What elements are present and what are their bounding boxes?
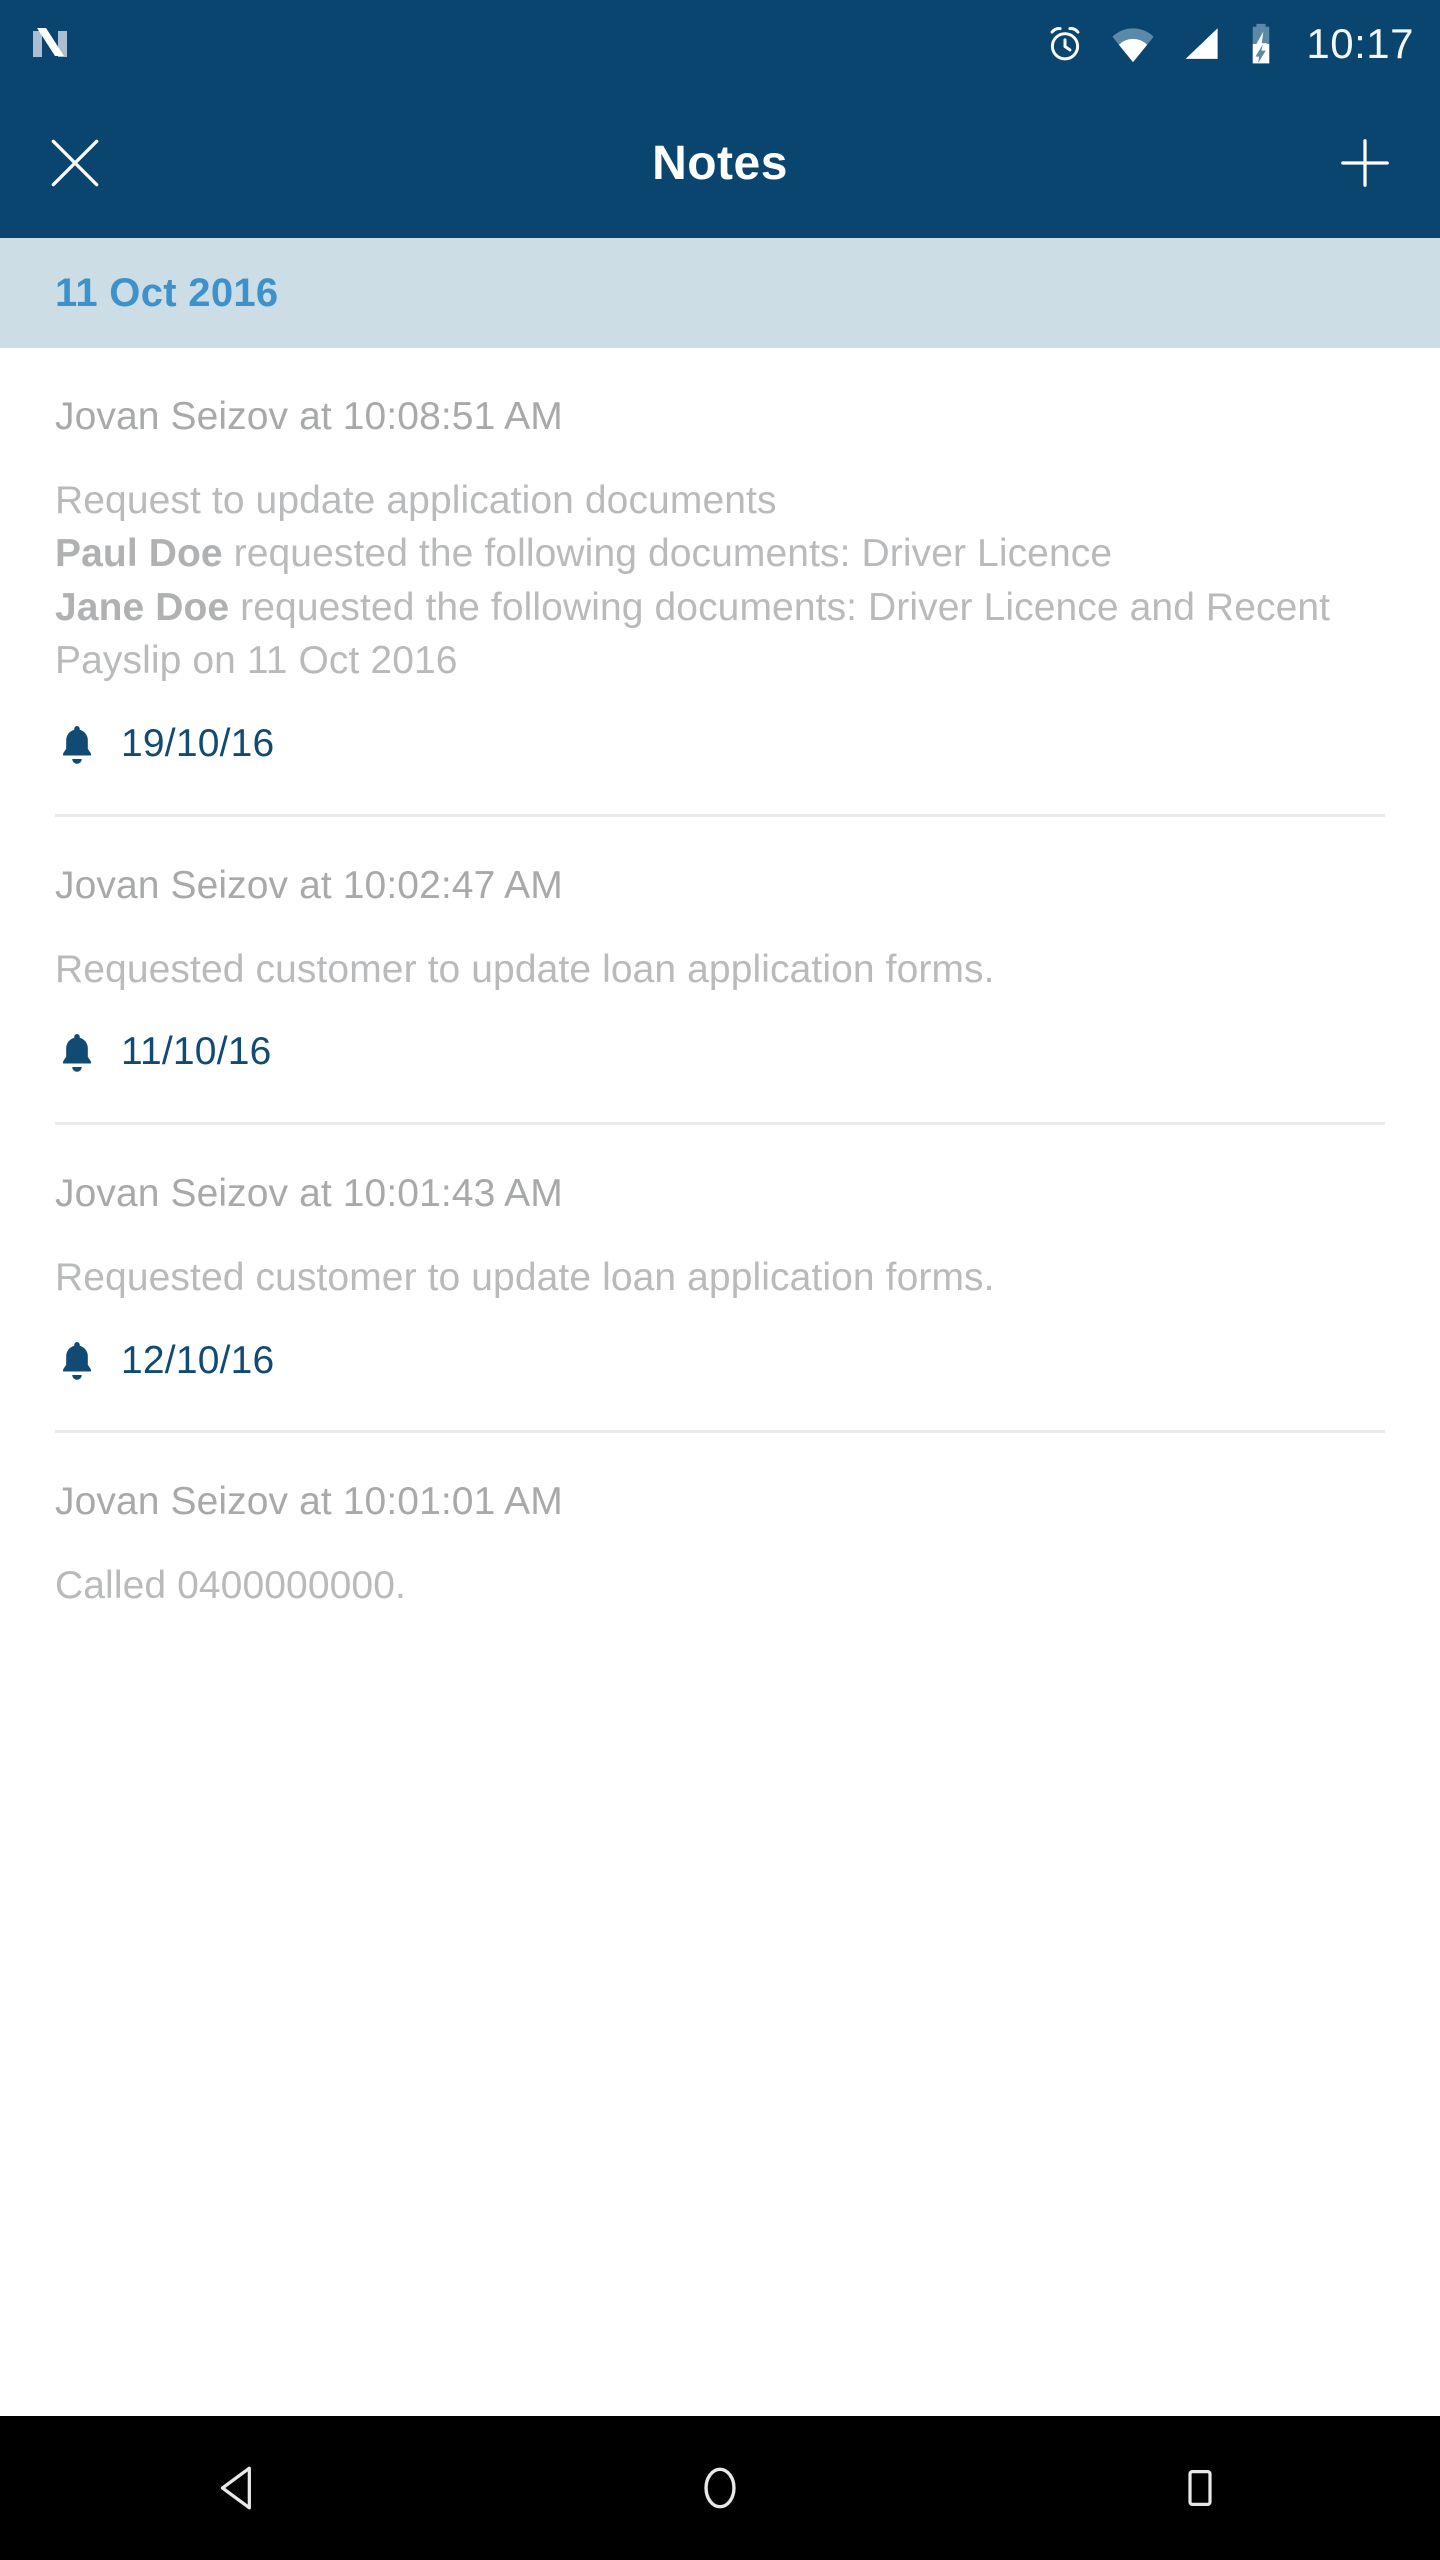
note-item[interactable]: Jovan Seizov at 10:01:01 AM Called 040000…: [0, 1433, 1440, 1612]
note-body-text: requested the following documents: Drive…: [222, 532, 1113, 576]
notes-list[interactable]: Jovan Seizov at 10:08:51 AM Request to up…: [0, 348, 1440, 2416]
alarm-icon: [1050, 27, 1080, 61]
nav-recents-button[interactable]: [1110, 2416, 1290, 2560]
note-body: Requested customer to update loan applic…: [55, 1251, 1385, 1304]
note-reminder[interactable]: 12/10/16: [55, 1338, 1385, 1386]
page-title: Notes: [652, 136, 788, 190]
status-bar: 10:17: [0, 0, 1440, 88]
note-author: Jovan Seizov at 10:01:43 AM: [55, 1171, 563, 1215]
note-author: Jovan Seizov at 10:08:51 AM: [55, 395, 563, 438]
nav-back-button[interactable]: [150, 2416, 330, 2560]
note-item[interactable]: Jovan Seizov at 10:02:47 AM Requested cus…: [0, 817, 1440, 1078]
note-body-text: requested the following documents: Drive…: [55, 585, 1331, 683]
note-body-line: Request to update application documents: [55, 474, 1385, 527]
date-section-label: 11 Oct 2016: [55, 270, 279, 315]
plus-icon: [1341, 139, 1389, 187]
note-body-line: Called 0400000000.: [55, 1559, 1385, 1612]
note-author: Jovan Seizov at 10:02:47 AM: [55, 863, 563, 907]
note-reminder[interactable]: 19/10/16: [55, 722, 1385, 770]
close-icon: [51, 139, 99, 187]
note-body-actor: Paul Doe: [55, 532, 223, 576]
bell-icon: [63, 1033, 91, 1072]
note-body-line: Jane Doe requested the following documen…: [55, 581, 1385, 688]
note-body-line: Requested customer to update loan applic…: [55, 943, 1385, 996]
note-body-text: Called 0400000000.: [55, 1564, 406, 1608]
note-item[interactable]: Jovan Seizov at 10:08:51 AM Request to up…: [0, 348, 1440, 770]
note-item[interactable]: Jovan Seizov at 10:01:43 AM Requested cus…: [0, 1125, 1440, 1386]
bell-icon: [63, 1342, 91, 1381]
reminder-date: 19/10/16: [121, 722, 275, 766]
date-section-header: 11 Oct 2016: [0, 238, 1440, 348]
home-circle-icon: [704, 2467, 736, 2509]
status-clock: 10:17: [1306, 20, 1414, 67]
app-bar: Notes: [0, 88, 1440, 238]
note-body: Request to update application documents P…: [55, 474, 1385, 688]
note-author: Jovan Seizov at 10:01:01 AM: [55, 1480, 563, 1524]
note-body-actor: Jane Doe: [55, 585, 230, 629]
note-body-text: Requested customer to update loan applic…: [55, 947, 995, 991]
nav-home-button[interactable]: [630, 2416, 810, 2560]
recents-square-icon: [1188, 2469, 1212, 2506]
note-body-line: Paul Doe requested the following documen…: [55, 527, 1385, 580]
note-body-text: Requested customer to update loan applic…: [55, 1255, 995, 1299]
status-bar-icons: 10:17: [1044, 22, 1414, 66]
reminder-date: 11/10/16: [121, 1030, 272, 1074]
android-nougat-logo: [33, 28, 67, 57]
add-note-button[interactable]: [1290, 88, 1440, 238]
note-body-line: Requested customer to update loan applic…: [55, 1251, 1385, 1304]
close-button[interactable]: [0, 88, 150, 238]
note-body-text: Request to update application documents: [55, 478, 777, 522]
signal-icon: [1185, 28, 1219, 59]
android-navigation-bar: [0, 2416, 1440, 2560]
bell-icon: [63, 725, 91, 764]
note-body: Requested customer to update loan applic…: [55, 943, 1385, 996]
note-reminder[interactable]: 11/10/16: [55, 1030, 1385, 1078]
notes-screen: 10:17 Notes 11 Oct 2016 Jovan Seizov at …: [0, 0, 1440, 2560]
back-triangle-icon: [220, 2466, 251, 2510]
status-bar-left: [28, 22, 72, 66]
battery-charging-icon: [1253, 23, 1270, 64]
wifi-icon: [1112, 28, 1155, 63]
reminder-date: 12/10/16: [121, 1338, 275, 1382]
note-body: Called 0400000000.: [55, 1559, 1385, 1612]
